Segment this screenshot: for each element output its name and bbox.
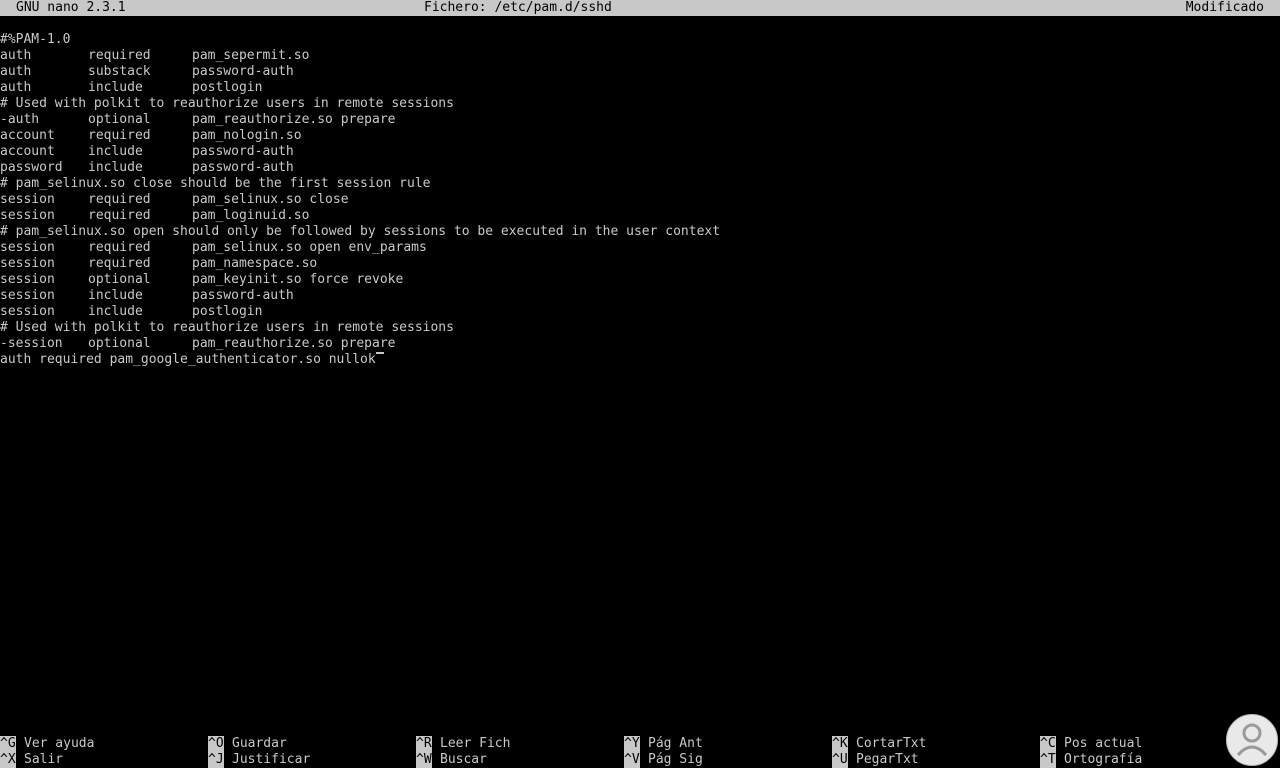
editor-line[interactable]: # Used with polkit to reauthorize users … [0, 96, 1280, 112]
shortcut-cut-text[interactable]: ^K CortarTxt [832, 736, 926, 752]
shortcut-where-is[interactable]: ^W Buscar [416, 752, 487, 768]
file-name: Fichero: /etc/pam.d/sshd [424, 0, 612, 15]
editor-line[interactable]: auth include postlogin [0, 80, 1280, 96]
shortcut-save[interactable]: ^O Guardar [208, 736, 287, 752]
editor-line[interactable]: session include password-auth [0, 288, 1280, 304]
nano-version: GNU nano 2.3.1 [16, 0, 126, 15]
editor-line[interactable]: session required pam_loginuid.so [0, 208, 1280, 224]
editor-line[interactable]: #%PAM-1.0 [0, 32, 1280, 48]
shortcut-next-page[interactable]: ^V Pág Sig [624, 752, 703, 768]
shortcut-exit[interactable]: ^X Salir [0, 752, 63, 768]
editor-line[interactable]: account include password-auth [0, 144, 1280, 160]
editor-line[interactable]: # pam_selinux.so close should be the fir… [0, 176, 1280, 192]
nano-titlebar: GNU nano 2.3.1 Fichero: /etc/pam.d/sshd … [0, 0, 1280, 16]
editor-line[interactable]: auth substack password-auth [0, 64, 1280, 80]
editor-line[interactable]: auth required pam_sepermit.so [0, 48, 1280, 64]
text-editor-area[interactable]: #%PAM-1.0 auth required pam_sepermit.so au… [0, 32, 1280, 704]
shortcut-prev-page[interactable]: ^Y Pág Ant [624, 736, 703, 752]
editor-line[interactable]: account required pam_nologin.so [0, 128, 1280, 144]
editor-line-current[interactable]: auth required pam_google_authenticator.s… [0, 352, 1280, 368]
editor-line[interactable]: session required pam_selinux.so open env_p… [0, 240, 1280, 256]
editor-line[interactable]: session include postlogin [0, 304, 1280, 320]
editor-line[interactable]: password include password-auth [0, 160, 1280, 176]
shortcut-read-file[interactable]: ^R Leer Fich [416, 736, 510, 752]
editor-line[interactable]: -auth optional pam_reauthorize.so prepare [0, 112, 1280, 128]
editor-line[interactable]: -session optional pam_reauthorize.so prepa… [0, 336, 1280, 352]
text-cursor [375, 352, 384, 354]
shortcut-cur-pos[interactable]: ^C Pos actual [1040, 736, 1142, 752]
shortcut-uncut-text[interactable]: ^U PegarTxt [832, 752, 919, 768]
editor-line[interactable]: session optional pam_keyinit.so force revo… [0, 272, 1280, 288]
shortcut-spell[interactable]: ^T Ortografía [1040, 752, 1142, 768]
shortcut-justify[interactable]: ^J Justificar [208, 752, 310, 768]
editor-line[interactable]: session required pam_selinux.so close [0, 192, 1280, 208]
editor-line[interactable]: session required pam_namespace.so [0, 256, 1280, 272]
shortcut-bar: ^G Ver ayuda ^O Guardar ^R Leer Fich ^Y Pág … [0, 736, 1280, 768]
modified-status: Modificado [1185, 0, 1264, 15]
user-circle-icon [1226, 714, 1278, 766]
shortcut-help[interactable]: ^G Ver ayuda [0, 736, 94, 752]
editor-line[interactable]: # Used with polkit to reauthorize users … [0, 320, 1280, 336]
editor-line[interactable]: # pam_selinux.so open should only be fol… [0, 224, 1280, 240]
